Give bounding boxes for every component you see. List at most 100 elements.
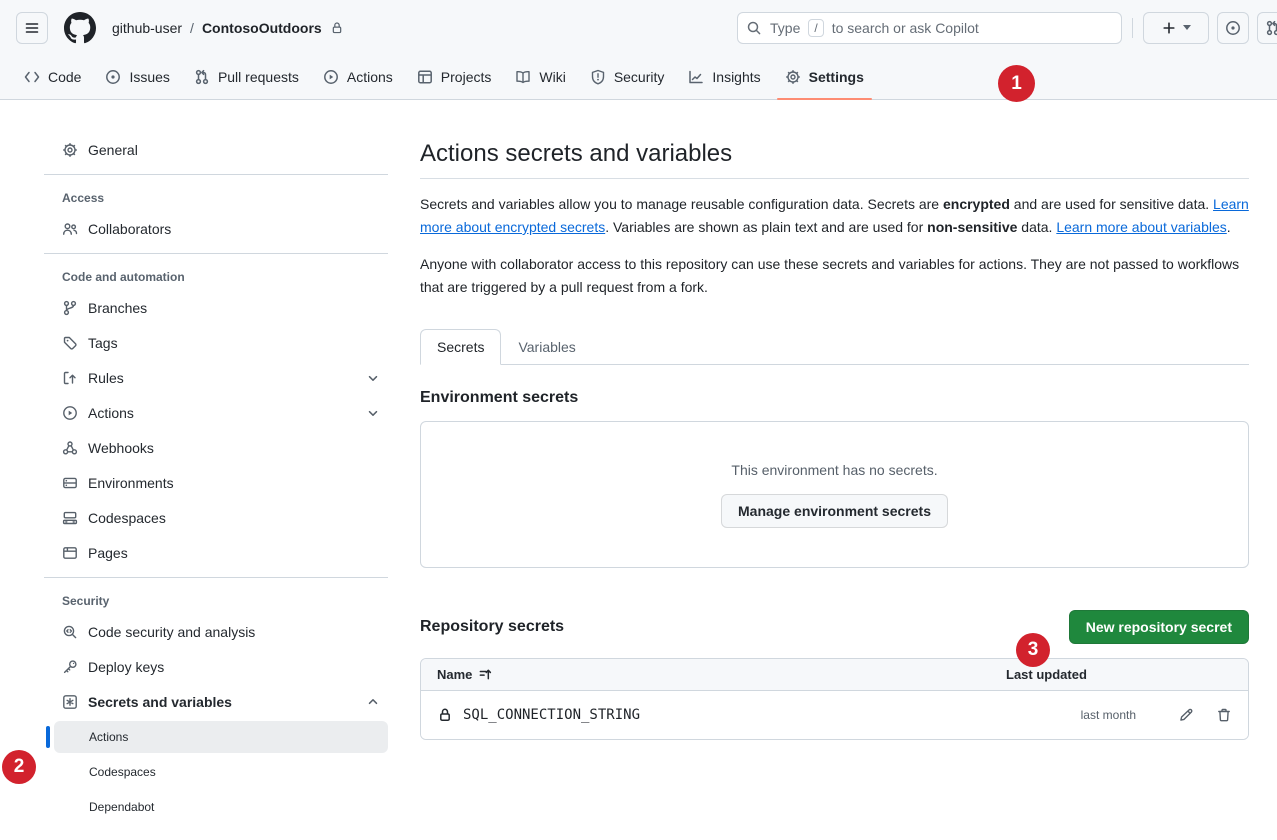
environment-secrets-empty-box: This environment has no secrets. Manage … — [420, 421, 1249, 568]
search-input[interactable]: Type / to search or ask Copilot — [737, 12, 1122, 44]
sidebar-item-general[interactable]: General — [54, 134, 388, 166]
link-variables[interactable]: Learn more about variables — [1056, 219, 1226, 235]
play-icon — [62, 405, 78, 421]
sidebar-item-label: General — [88, 142, 138, 158]
codescan-icon — [62, 624, 78, 640]
sidebar-item-codespaces[interactable]: Codespaces — [54, 502, 388, 534]
git-branch-icon — [62, 300, 78, 316]
tab-label: Projects — [441, 69, 492, 85]
sidebar-item-collaborators[interactable]: Collaborators — [54, 213, 388, 245]
intro-bold-non-sensitive: non-sensitive — [927, 219, 1017, 235]
intro-text: Secrets and variables allow you to manag… — [420, 196, 943, 212]
tab-issues[interactable]: Issues — [97, 55, 177, 99]
browser-icon — [62, 545, 78, 561]
gear-icon — [785, 69, 801, 85]
chevron-down-icon — [366, 406, 380, 420]
sidebar-item-label: Deploy keys — [88, 659, 164, 675]
issues-dashboard-button[interactable] — [1217, 12, 1249, 44]
sidebar-item-rules[interactable]: Rules — [54, 362, 388, 394]
sidebar-item-actions[interactable]: Actions — [54, 397, 388, 429]
sidebar-divider — [44, 174, 388, 175]
manage-environment-secrets-button[interactable]: Manage environment secrets — [721, 494, 948, 528]
annotation-step-3: 3 — [1016, 633, 1050, 667]
github-logo[interactable] — [64, 12, 96, 44]
people-icon — [62, 221, 78, 237]
secret-row: SQL_CONNECTION_STRING last month — [421, 691, 1248, 739]
tab-pull-requests[interactable]: Pull requests — [186, 55, 307, 99]
pull-requests-dashboard-button[interactable] — [1257, 12, 1277, 44]
tab-actions[interactable]: Actions — [315, 55, 401, 99]
tab-label: Security — [614, 69, 665, 85]
tab-settings[interactable]: Settings — [777, 55, 872, 99]
top-header: github-user / ContosoOutdoors Type / to … — [0, 0, 1277, 55]
chevron-down-icon — [366, 371, 380, 385]
sort-ascending-icon[interactable] — [478, 667, 493, 682]
secret-name: SQL_CONNECTION_STRING — [463, 707, 640, 723]
tab-variables[interactable]: Variables — [501, 329, 592, 365]
repository-secrets-heading: Repository secrets — [420, 618, 564, 636]
column-header-name: Name — [437, 667, 472, 682]
tab-label: Settings — [809, 69, 864, 85]
sidebar-item-label: Codespaces — [88, 510, 166, 526]
tab-secrets[interactable]: Secrets — [420, 329, 501, 365]
sidebar-item-code-security[interactable]: Code security and analysis — [54, 616, 388, 648]
hamburger-menu-button[interactable] — [16, 12, 48, 44]
graph-icon — [688, 69, 704, 85]
tab-label: Pull requests — [218, 69, 299, 85]
sidebar-item-pages[interactable]: Pages — [54, 537, 388, 569]
sidebar-item-environments[interactable]: Environments — [54, 467, 388, 499]
plus-icon — [1161, 20, 1177, 36]
git-pull-request-icon — [1265, 20, 1277, 36]
rules-icon — [62, 370, 78, 386]
sidebar-item-label: Pages — [88, 545, 128, 561]
page-title: Actions secrets and variables — [420, 140, 1249, 168]
title-divider — [420, 178, 1249, 179]
sidebar-subitem-dependabot[interactable]: Dependabot — [54, 791, 388, 823]
shield-icon — [590, 69, 606, 85]
edit-secret-button[interactable] — [1178, 707, 1194, 723]
key-icon — [62, 659, 78, 675]
sidebar-section-access: Access — [44, 183, 388, 213]
settings-main-content: Actions secrets and variables Secrets an… — [404, 100, 1277, 740]
sidebar-item-branches[interactable]: Branches — [54, 292, 388, 324]
tab-label: Actions — [347, 69, 393, 85]
repository-secrets-table: Name Last updated SQL_CONNECTION_STRING — [420, 658, 1249, 740]
repository-secrets-header: Repository secrets New repository secret — [420, 610, 1249, 644]
breadcrumb-owner[interactable]: github-user — [112, 20, 182, 36]
create-new-button[interactable] — [1143, 12, 1209, 44]
codespaces-icon — [62, 510, 78, 526]
sidebar-subitem-codespaces[interactable]: Codespaces — [54, 756, 388, 788]
intro-text: . — [1227, 219, 1231, 235]
delete-secret-button[interactable] — [1216, 707, 1232, 723]
chevron-down-icon — [1183, 25, 1191, 30]
sidebar-section-security: Security — [44, 586, 388, 616]
pencil-icon — [1178, 707, 1194, 723]
sidebar-item-tags[interactable]: Tags — [54, 327, 388, 359]
chevron-up-icon — [366, 695, 380, 709]
sidebar-item-label: Rules — [88, 370, 124, 386]
tab-wiki[interactable]: Wiki — [507, 55, 573, 99]
lock-icon — [437, 707, 453, 723]
tab-projects[interactable]: Projects — [409, 55, 500, 99]
annotation-step-1: 1 — [998, 65, 1035, 102]
new-repository-secret-button[interactable]: New repository secret — [1069, 610, 1249, 644]
annotation-step-2: 2 — [2, 750, 36, 784]
breadcrumb-repo[interactable]: ContosoOutdoors — [202, 20, 322, 36]
sidebar-item-secrets-and-variables[interactable]: Secrets and variables — [54, 686, 388, 718]
private-lock-icon — [330, 21, 344, 35]
tab-insights[interactable]: Insights — [680, 55, 768, 99]
tab-code[interactable]: Code — [16, 55, 89, 99]
sidebar-subitem-actions[interactable]: Actions — [54, 721, 388, 753]
hamburger-icon — [24, 20, 40, 36]
intro-paragraph: Secrets and variables allow you to manag… — [420, 193, 1249, 239]
tab-security[interactable]: Security — [582, 55, 673, 99]
collaborator-paragraph: Anyone with collaborator access to this … — [420, 253, 1249, 299]
empty-message: This environment has no secrets. — [731, 462, 937, 478]
header-divider — [1132, 18, 1133, 38]
gear-icon — [62, 142, 78, 158]
sidebar-subitem-label: Dependabot — [89, 800, 154, 814]
secrets-variables-tabnav: Secrets Variables — [420, 329, 1249, 365]
sidebar-item-webhooks[interactable]: Webhooks — [54, 432, 388, 464]
sidebar-item-deploy-keys[interactable]: Deploy keys — [54, 651, 388, 683]
intro-text: data. — [1017, 219, 1056, 235]
